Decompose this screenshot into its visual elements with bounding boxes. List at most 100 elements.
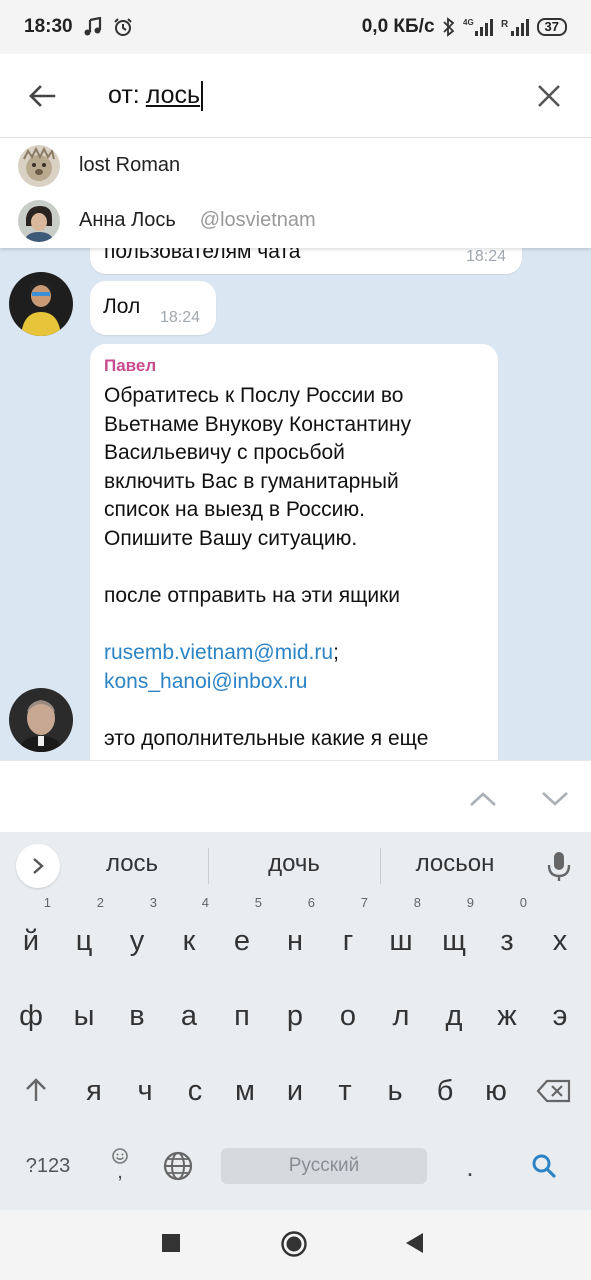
suggestion-item[interactable]: Анна Лось @losvietnam bbox=[0, 193, 591, 248]
message-bubble[interactable]: пользователям чата 18:24 bbox=[90, 248, 522, 274]
key[interactable]: ч bbox=[123, 1060, 167, 1122]
key[interactable]: з0 bbox=[485, 896, 529, 972]
triangle-back-icon bbox=[406, 1233, 423, 1253]
key[interactable]: ы bbox=[62, 985, 106, 1047]
chat-messages[interactable]: пользователям чата 18:24 Лол 18:24 Павел… bbox=[0, 248, 591, 760]
back-button[interactable] bbox=[0, 54, 84, 138]
email-link[interactable]: rusemb.vietnam@mid.ru bbox=[104, 641, 333, 664]
previous-result-button[interactable] bbox=[463, 781, 503, 817]
key[interactable]: ш8 bbox=[379, 896, 423, 972]
search-filter-prefix: от: bbox=[108, 81, 140, 109]
message-time: 18:24 bbox=[466, 248, 507, 265]
message-line: Обратитесь к Послу России во bbox=[104, 384, 404, 407]
message-text: пользователям чата bbox=[104, 248, 301, 263]
key[interactable]: в bbox=[115, 985, 159, 1047]
email-link[interactable]: kons_hanoi@inbox.ru bbox=[104, 670, 307, 693]
svg-text:4G: 4G bbox=[463, 18, 474, 27]
key[interactable]: б bbox=[423, 1060, 467, 1122]
word-suggestion[interactable]: дочь bbox=[244, 850, 344, 878]
mention-suggestions: lost Roman Анна Лось @losvietnam bbox=[0, 138, 591, 248]
key[interactable]: р bbox=[273, 985, 317, 1047]
avatar bbox=[18, 199, 60, 242]
key[interactable]: я bbox=[72, 1060, 116, 1122]
search-key[interactable] bbox=[524, 1148, 564, 1184]
shift-key[interactable] bbox=[14, 1072, 58, 1108]
key[interactable]: л bbox=[379, 985, 423, 1047]
key[interactable]: щ9 bbox=[432, 896, 476, 972]
key[interactable]: с bbox=[173, 1060, 217, 1122]
music-note-icon bbox=[83, 17, 103, 37]
arrow-left-icon bbox=[29, 84, 56, 107]
chevron-down-icon bbox=[542, 792, 568, 806]
key[interactable]: о bbox=[326, 985, 370, 1047]
expand-toolbar-button[interactable] bbox=[16, 844, 60, 888]
backspace-key[interactable] bbox=[530, 1076, 578, 1106]
chevron-right-icon bbox=[33, 858, 44, 874]
comma-label: , bbox=[117, 1161, 123, 1183]
key[interactable]: й1 bbox=[9, 896, 53, 972]
key[interactable]: ж bbox=[485, 985, 529, 1047]
key[interactable]: е5 bbox=[220, 896, 264, 972]
key[interactable]: д bbox=[432, 985, 476, 1047]
sender-name[interactable]: Павел bbox=[104, 356, 156, 376]
svg-text:R: R bbox=[501, 19, 509, 30]
suggestion-name: lost Roman bbox=[79, 154, 181, 176]
battery-icon: 37 bbox=[536, 18, 567, 36]
search-input[interactable]: от: лось bbox=[108, 80, 204, 111]
shift-arrow-icon bbox=[26, 1078, 46, 1101]
close-icon bbox=[538, 84, 560, 107]
message-text: Обратитесь к Послу России во Вьетнаме Вн… bbox=[104, 382, 484, 754]
word-suggestion[interactable]: лосьон bbox=[400, 850, 510, 878]
key[interactable]: и bbox=[273, 1060, 317, 1122]
key[interactable]: у3 bbox=[115, 896, 159, 972]
signal-r-icon: R bbox=[501, 17, 531, 37]
numbers-key[interactable]: ?123 bbox=[14, 1150, 82, 1182]
network-speed: 0,0 КБ/с bbox=[361, 16, 435, 37]
recents-button[interactable] bbox=[160, 1232, 182, 1254]
key[interactable]: ц2 bbox=[62, 896, 106, 972]
bluetooth-icon bbox=[441, 17, 457, 37]
clear-search-button[interactable] bbox=[507, 54, 591, 138]
suggestion-item[interactable]: lost Roman bbox=[0, 138, 591, 193]
emoji-key[interactable]: , bbox=[100, 1140, 140, 1186]
key[interactable]: ю bbox=[474, 1060, 518, 1122]
globe-icon bbox=[163, 1151, 193, 1181]
home-button[interactable] bbox=[280, 1230, 308, 1258]
message-line: kons_hanoi@inbox.ru bbox=[104, 668, 484, 697]
key[interactable]: м bbox=[223, 1060, 267, 1122]
microphone-icon[interactable] bbox=[545, 848, 573, 889]
message-bubble[interactable]: Лол 18:24 bbox=[90, 281, 216, 335]
signal-4g-icon: 4G bbox=[463, 17, 495, 37]
word-suggestion[interactable]: лось bbox=[82, 850, 182, 878]
avatar[interactable] bbox=[9, 688, 73, 752]
suggestion-name: Анна Лось bbox=[79, 209, 176, 231]
status-time: 18:30 bbox=[24, 16, 73, 37]
search-icon bbox=[532, 1154, 556, 1178]
key[interactable]: а bbox=[167, 985, 211, 1047]
language-key[interactable] bbox=[158, 1148, 198, 1184]
key[interactable]: т bbox=[323, 1060, 367, 1122]
backspace-icon bbox=[536, 1079, 571, 1103]
alarm-icon bbox=[113, 17, 133, 37]
space-key[interactable]: Русский bbox=[221, 1148, 427, 1184]
message-line: rusemb.vietnam@mid.ru; bbox=[104, 639, 484, 668]
period-key[interactable]: . bbox=[455, 1150, 485, 1184]
message-line: Васильевичу с просьбой bbox=[104, 441, 345, 465]
avatar bbox=[18, 144, 60, 187]
avatar[interactable] bbox=[9, 272, 73, 336]
next-result-button[interactable] bbox=[535, 781, 575, 817]
message-line: список на выезд в Россию. bbox=[104, 498, 365, 522]
text-cursor bbox=[201, 80, 204, 111]
key[interactable]: э bbox=[538, 985, 582, 1047]
back-nav-button[interactable] bbox=[403, 1232, 425, 1254]
key[interactable]: ф bbox=[9, 985, 53, 1047]
key[interactable]: ь bbox=[373, 1060, 417, 1122]
message-punct: ; bbox=[333, 641, 339, 665]
message-bubble[interactable]: Павел Обратитесь к Послу России во Вьетн… bbox=[90, 344, 498, 760]
message-line: включить Вас в гуманитарный bbox=[104, 469, 399, 493]
key[interactable]: н6 bbox=[273, 896, 317, 972]
key[interactable]: х bbox=[538, 910, 582, 972]
key[interactable]: к4 bbox=[167, 896, 211, 972]
key[interactable]: г7 bbox=[326, 896, 370, 972]
key[interactable]: п bbox=[220, 985, 264, 1047]
